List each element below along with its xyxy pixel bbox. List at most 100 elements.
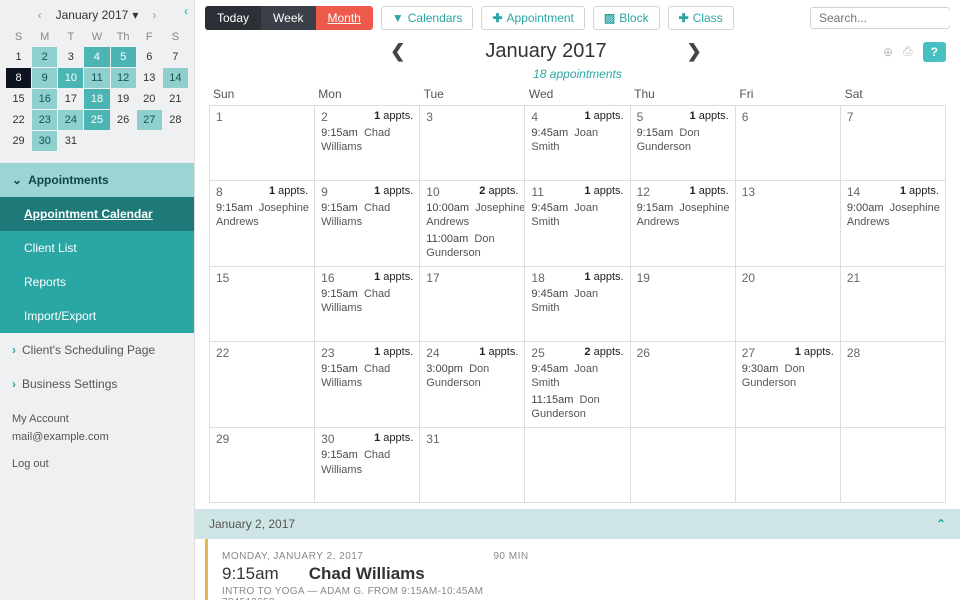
appointment-detail[interactable]: MONDAY, JANUARY 2, 201790 MIN 9:15amChad… [205,539,960,600]
day-cell[interactable]: 21 appts.9:15am Chad Williams [315,106,420,180]
day-cell[interactable]: 1 [210,106,315,180]
help-button[interactable]: ? [923,42,946,62]
mini-day-23[interactable]: 23 [32,110,57,130]
nav-item-client-list[interactable]: Client List [0,231,194,265]
month-button[interactable]: Month [316,6,373,30]
print-icon[interactable]: ⎙ [903,44,913,59]
mini-day-18[interactable]: 18 [84,89,109,109]
logout-link[interactable]: Log out [12,458,49,470]
day-cell[interactable]: 22 [210,342,315,427]
day-cell[interactable]: 29 [210,428,315,502]
my-account-link[interactable]: My Account [12,413,69,425]
day-cell[interactable]: 31 [420,428,525,502]
mini-day-4[interactable]: 4 [84,47,109,67]
nav-appointments-header[interactable]: ⌄Appointments [0,163,194,197]
mini-day-30[interactable]: 30 [32,131,57,151]
nav-item-appointment-calendar[interactable]: Appointment Calendar [0,197,194,231]
block-button[interactable]: ▨Block [593,6,660,30]
mini-day-31[interactable]: 31 [58,131,83,151]
day-cell[interactable]: 271 appts.9:30am Don Gunderson [736,342,841,427]
appointment-item[interactable]: 10:00am Josephine Andrews [426,201,518,230]
day-cell[interactable]: 181 appts.9:45am Joan Smith [525,267,630,341]
cal-next[interactable]: ❯ [667,41,722,62]
mini-day-24[interactable]: 24 [58,110,83,130]
day-cell[interactable]: 20 [736,267,841,341]
calendars-button[interactable]: ▼Calendars [381,6,474,30]
mini-day-29[interactable]: 29 [6,131,31,151]
new-appointment-button[interactable]: ✚Appointment [481,6,584,30]
day-cell[interactable]: 21 [841,267,946,341]
nav-item-reports[interactable]: Reports [0,265,194,299]
mini-day-10[interactable]: 10 [58,68,83,88]
day-cell[interactable]: 91 appts.9:15am Chad Williams [315,181,420,266]
mini-day-7[interactable]: 7 [163,47,188,67]
mini-day-12[interactable]: 12 [111,68,136,88]
day-cell[interactable]: 161 appts.9:15am Chad Williams [315,267,420,341]
appointment-item[interactable]: 9:15am Chad Williams [321,362,413,391]
mini-day-3[interactable]: 3 [58,47,83,67]
mini-day-1[interactable]: 1 [6,47,31,67]
day-cell[interactable] [525,428,630,502]
mini-day-9[interactable]: 9 [32,68,57,88]
sidebar-collapse[interactable]: ‹ [184,4,188,18]
appointment-item[interactable]: 9:15am Josephine Andrews [216,201,308,230]
appointment-item[interactable]: 9:00am Josephine Andrews [847,201,939,230]
mini-cal-title[interactable]: January 2017 [56,8,129,22]
mini-day-2[interactable]: 2 [32,47,57,67]
mini-day-8[interactable]: 8 [6,68,31,88]
day-cell[interactable]: 51 appts.9:15am Don Gunderson [631,106,736,180]
day-cell[interactable]: 17 [420,267,525,341]
week-button[interactable]: Week [261,6,315,30]
mini-day-5[interactable]: 5 [111,47,136,67]
mini-cal-prev[interactable]: ‹ [30,8,50,22]
mini-day-6[interactable]: 6 [137,47,162,67]
appointment-item[interactable]: 9:45am Joan Smith [531,287,623,316]
mini-day-11[interactable]: 11 [84,68,109,88]
appointment-item[interactable]: 11:15am Don Gunderson [531,393,623,422]
mini-day-14[interactable]: 14 [163,68,188,88]
mini-day-19[interactable]: 19 [111,89,136,109]
appointment-item[interactable]: 9:15am Chad Williams [321,201,413,230]
mini-day-16[interactable]: 16 [32,89,57,109]
day-cell[interactable] [841,428,946,502]
appointment-item[interactable]: 9:30am Don Gunderson [742,362,834,391]
day-cell[interactable]: 241 appts.3:00pm Don Gunderson [420,342,525,427]
appointment-item[interactable]: 9:45am Joan Smith [531,201,623,230]
day-cell[interactable]: 7 [841,106,946,180]
day-cell[interactable]: 252 appts.9:45am Joan Smith11:15am Don G… [525,342,630,427]
mini-day-28[interactable]: 28 [163,110,188,130]
appointment-item[interactable]: 9:15am Josephine Andrews [637,201,729,230]
class-button[interactable]: ✚Class [668,6,734,30]
appointment-item[interactable]: 9:15am Chad Williams [321,448,413,477]
mini-day-21[interactable]: 21 [163,89,188,109]
mini-day-13[interactable]: 13 [137,68,162,88]
day-cell[interactable]: 301 appts.9:15am Chad Williams [315,428,420,502]
mini-day-20[interactable]: 20 [137,89,162,109]
day-cell[interactable]: 111 appts.9:45am Joan Smith [525,181,630,266]
day-cell[interactable]: 141 appts.9:00am Josephine Andrews [841,181,946,266]
day-cell[interactable]: 81 appts.9:15am Josephine Andrews [210,181,315,266]
day-cell[interactable] [631,428,736,502]
appointment-item[interactable]: 9:15am Chad Williams [321,287,413,316]
nav-link-business-settings[interactable]: ›Business Settings [0,367,194,401]
day-cell[interactable]: 41 appts.9:45am Joan Smith [525,106,630,180]
day-cell[interactable]: 3 [420,106,525,180]
appointment-item[interactable]: 9:15am Chad Williams [321,126,413,155]
day-cell[interactable] [736,428,841,502]
day-cell[interactable]: 6 [736,106,841,180]
mini-day-17[interactable]: 17 [58,89,83,109]
day-cell[interactable]: 231 appts.9:15am Chad Williams [315,342,420,427]
detail-header[interactable]: January 2, 2017 ⌃ [195,509,960,539]
mini-day-27[interactable]: 27 [137,110,162,130]
cal-prev[interactable]: ❮ [370,41,425,62]
search-input[interactable] [819,11,960,25]
zoom-icon[interactable]: ⊕ [883,45,893,59]
day-cell[interactable]: 15 [210,267,315,341]
mini-day-15[interactable]: 15 [6,89,31,109]
appointment-item[interactable]: 3:00pm Don Gunderson [426,362,518,391]
mini-day-25[interactable]: 25 [84,110,109,130]
appointment-item[interactable]: 9:45am Joan Smith [531,362,623,391]
day-cell[interactable]: 19 [631,267,736,341]
search-box[interactable]: ◯ [810,7,950,29]
today-button[interactable]: Today [205,6,261,30]
